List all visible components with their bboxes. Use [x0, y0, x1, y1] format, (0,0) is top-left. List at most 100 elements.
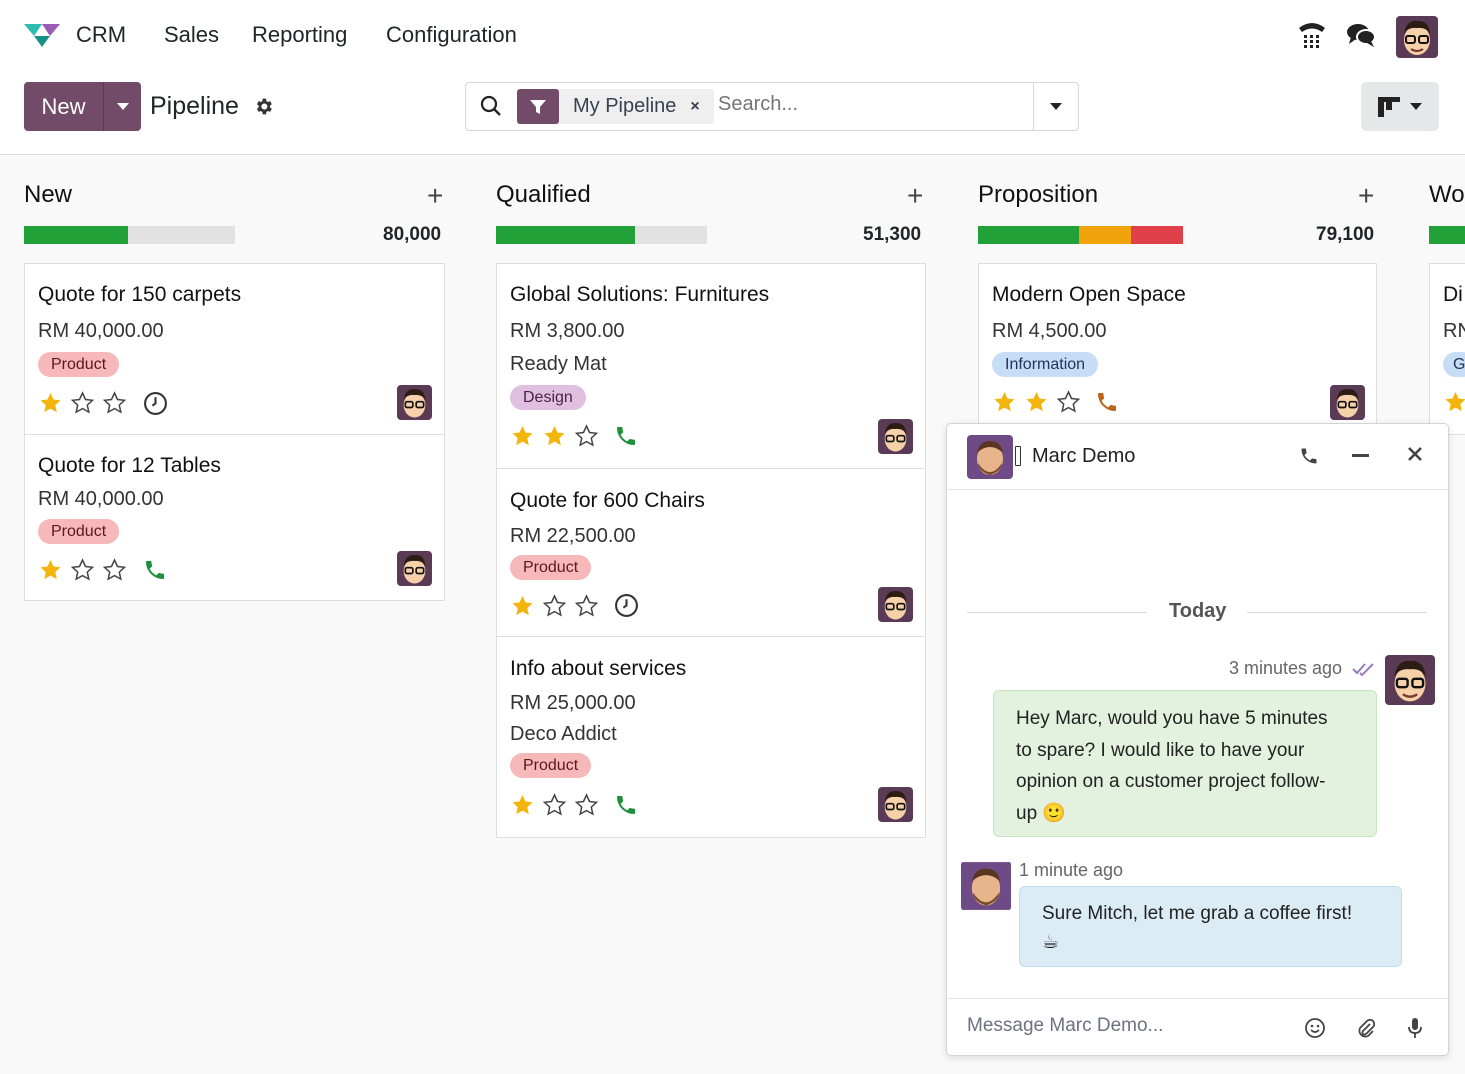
column-title-new[interactable]: New — [24, 181, 72, 209]
search-input[interactable] — [718, 93, 1018, 116]
crm-logo-icon[interactable] — [22, 20, 62, 53]
user-avatar[interactable] — [1396, 16, 1438, 58]
priority-stars[interactable] — [992, 390, 1081, 414]
menu-reporting[interactable]: Reporting — [252, 22, 347, 48]
priority-stars[interactable] — [38, 558, 127, 582]
message-bubble-incoming: Sure Mitch, let me grab a coffee first! … — [1019, 886, 1402, 967]
star-empty-icon[interactable] — [574, 793, 599, 817]
kanban-card[interactable]: Quote for 150 carpets RM 40,000.00 Produ… — [24, 263, 445, 435]
tag-badge: Design — [510, 385, 586, 410]
card-title: Modern Open Space — [992, 283, 1186, 306]
column-title-proposition[interactable]: Proposition — [978, 181, 1098, 209]
message-timestamp: 3 minutes ago — [1229, 658, 1343, 678]
salesperson-avatar[interactable] — [397, 551, 432, 586]
call-icon[interactable] — [1299, 446, 1319, 471]
attachment-icon[interactable] — [1355, 1017, 1377, 1044]
star-filled-icon[interactable] — [510, 424, 535, 448]
priority-stars[interactable] — [510, 424, 599, 448]
column-progress-bar[interactable] — [496, 226, 707, 244]
new-dropdown-button[interactable] — [103, 82, 141, 131]
star-filled-icon[interactable] — [510, 594, 535, 618]
star-empty-icon[interactable] — [574, 424, 599, 448]
phone-icon[interactable] — [1296, 20, 1328, 55]
salesperson-avatar[interactable] — [878, 587, 913, 622]
star-empty-icon[interactable] — [1056, 390, 1081, 414]
date-separator: Today — [1169, 600, 1227, 622]
minimize-icon[interactable] — [1352, 454, 1369, 457]
message-composer[interactable]: Message Marc Demo... — [947, 998, 1448, 1055]
priority-stars[interactable] — [1443, 390, 1465, 414]
facet-remove-button[interactable]: × — [690, 98, 713, 116]
tag-badge: Product — [38, 519, 120, 544]
salesperson-avatar[interactable] — [878, 419, 913, 454]
chat-icon[interactable] — [1346, 22, 1376, 53]
column-progress-bar[interactable] — [978, 226, 1183, 244]
card-amount: RM 22,500.00 — [510, 525, 636, 547]
star-empty-icon[interactable] — [102, 391, 127, 415]
star-filled-icon[interactable] — [1024, 390, 1049, 414]
star-empty-icon[interactable] — [542, 793, 567, 817]
star-empty-icon[interactable] — [542, 594, 567, 618]
card-title: Di — [1443, 283, 1463, 306]
column-progress-bar[interactable] — [1429, 226, 1465, 244]
star-filled-icon[interactable] — [542, 424, 567, 448]
star-empty-icon[interactable] — [574, 594, 599, 618]
menu-sales[interactable]: Sales — [164, 22, 219, 48]
message-line: to spare? I would like to have your — [1016, 739, 1305, 761]
filter-facet: My Pipeline × — [517, 89, 714, 124]
phone-icon[interactable] — [614, 424, 638, 453]
search-options-toggle[interactable] — [1033, 83, 1078, 130]
kanban-card[interactable]: Info about services RM 25,000.00 Deco Ad… — [496, 636, 926, 838]
clock-icon[interactable] — [143, 391, 168, 421]
star-filled-icon[interactable] — [992, 390, 1017, 414]
kanban-card[interactable]: Global Solutions: Furnitures RM 3,800.00… — [496, 263, 926, 469]
star-empty-icon[interactable] — [70, 391, 95, 415]
card-title: Quote for 150 carpets — [38, 283, 242, 306]
clock-icon[interactable] — [614, 593, 639, 623]
star-filled-icon[interactable] — [38, 558, 63, 582]
kanban-card[interactable]: Modern Open Space RM 4,500.00 Informatio… — [978, 263, 1377, 435]
message-input[interactable]: Message Marc Demo... — [967, 1015, 1163, 1037]
priority-stars[interactable] — [38, 391, 127, 415]
menu-configuration[interactable]: Configuration — [386, 22, 517, 48]
card-amount: RM 25,000.00 — [510, 692, 636, 714]
close-icon[interactable] — [1407, 446, 1423, 467]
column-title-won[interactable]: Wo — [1429, 181, 1465, 209]
contact-avatar[interactable] — [967, 435, 1013, 479]
view-switcher-button[interactable] — [1361, 82, 1439, 131]
star-filled-icon[interactable] — [1443, 390, 1465, 414]
star-filled-icon[interactable] — [38, 391, 63, 415]
priority-stars[interactable] — [510, 793, 599, 817]
app-name[interactable]: CRM — [76, 22, 126, 48]
gear-icon[interactable] — [253, 96, 274, 122]
priority-stars[interactable] — [510, 594, 599, 618]
phone-icon[interactable] — [614, 793, 638, 822]
kanban-card[interactable]: Quote for 12 Tables RM 40,000.00 Product — [24, 434, 445, 601]
column-add-button[interactable]: + — [1358, 180, 1374, 212]
emoji-icon[interactable] — [1304, 1017, 1326, 1044]
chat-header[interactable]: Marc Demo — [947, 424, 1448, 490]
kanban-card[interactable]: Quote for 600 Chairs RM 22,500.00 Produc… — [496, 468, 926, 637]
top-navbar: CRM Sales Reporting Configuration — [0, 0, 1465, 72]
column-add-button[interactable]: + — [427, 180, 443, 212]
salesperson-avatar[interactable] — [878, 787, 913, 822]
column-progress-bar[interactable] — [24, 226, 235, 244]
phone-icon[interactable] — [143, 558, 167, 587]
kanban-card[interactable]: Di RN G — [1429, 263, 1465, 435]
salesperson-avatar[interactable] — [1330, 385, 1365, 420]
card-title: Quote for 12 Tables — [38, 454, 221, 477]
phone-icon[interactable] — [1095, 390, 1119, 419]
caret-down-icon — [1410, 102, 1422, 110]
card-customer: Deco Addict — [510, 723, 617, 745]
search-icon[interactable] — [480, 95, 502, 122]
salesperson-avatar[interactable] — [397, 385, 432, 420]
star-empty-icon[interactable] — [102, 558, 127, 582]
search-bar[interactable]: My Pipeline × — [465, 82, 1079, 131]
star-empty-icon[interactable] — [70, 558, 95, 582]
column-title-qualified[interactable]: Qualified — [496, 181, 591, 209]
column-add-button[interactable]: + — [907, 180, 923, 212]
star-filled-icon[interactable] — [510, 793, 535, 817]
new-button[interactable]: New — [24, 82, 103, 131]
message-bubble-outgoing: Hey Marc, would you have 5 minutes to sp… — [993, 690, 1377, 837]
microphone-icon[interactable] — [1407, 1017, 1423, 1044]
